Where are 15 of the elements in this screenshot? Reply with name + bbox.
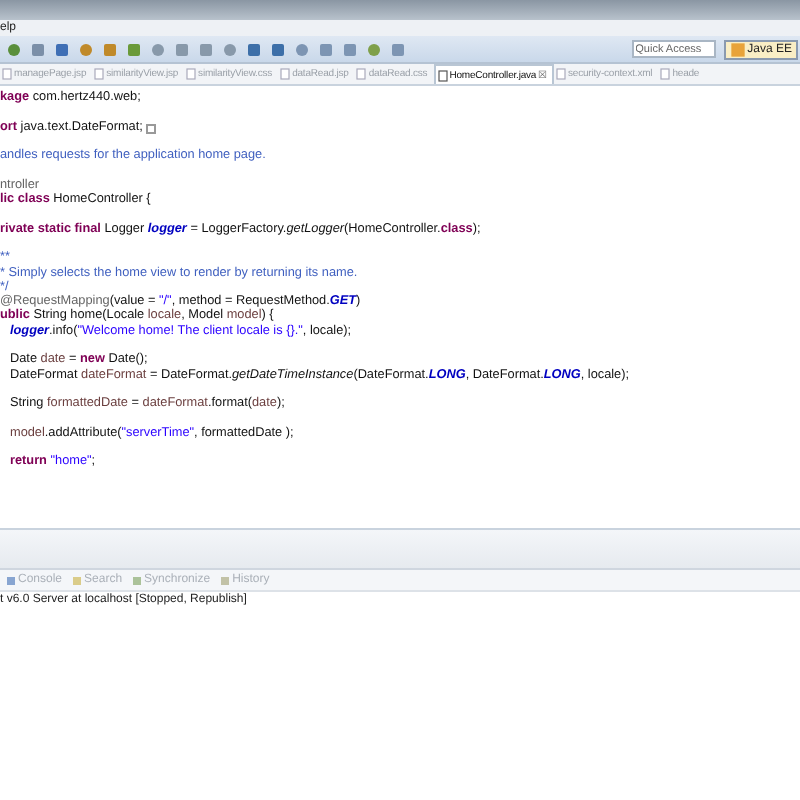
view-icon <box>220 575 231 585</box>
view-icon <box>72 575 83 585</box>
folded-import-icon[interactable] <box>146 123 157 134</box>
file-icon <box>280 68 291 80</box>
view-icon <box>6 575 16 585</box>
sash-bar[interactable] <box>0 530 800 570</box>
file-icon <box>660 68 671 80</box>
file-icon <box>2 68 12 80</box>
view-icon <box>132 575 143 585</box>
file-icon <box>556 68 567 80</box>
perspective-icon <box>729 41 746 57</box>
file-icon <box>94 68 105 80</box>
file-icon <box>186 68 197 80</box>
file-icon <box>437 69 448 81</box>
file-icon <box>356 68 367 80</box>
